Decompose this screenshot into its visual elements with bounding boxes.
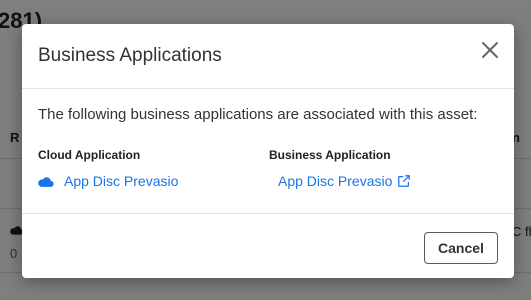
dialog-body: The following business applications are …: [38, 106, 500, 189]
dialog-header: Business Applications: [22, 24, 514, 89]
business-application-column: Business Application App Disc Prevasio: [269, 148, 411, 189]
cloud-application-link[interactable]: App Disc Prevasio: [38, 173, 178, 189]
business-application-name: App Disc Prevasio: [278, 173, 393, 189]
dialog-intro-text: The following business applications are …: [38, 106, 478, 123]
cloud-application-column: Cloud Application App Disc Prevasio: [38, 148, 178, 189]
cloud-icon: [38, 176, 54, 187]
cloud-application-heading: Cloud Application: [38, 148, 141, 162]
business-applications-dialog: Business Applications The following busi…: [22, 24, 514, 278]
cancel-button[interactable]: Cancel: [424, 232, 498, 264]
close-icon: [482, 42, 498, 58]
cloud-application-name: App Disc Prevasio: [64, 173, 179, 189]
business-application-link[interactable]: App Disc Prevasio: [278, 173, 411, 189]
close-button[interactable]: [478, 38, 502, 62]
external-link-icon: [398, 175, 411, 187]
business-application-heading: Business Application: [269, 148, 391, 162]
dialog-footer: Cancel: [22, 213, 514, 278]
dialog-title: Business Applications: [38, 45, 222, 66]
